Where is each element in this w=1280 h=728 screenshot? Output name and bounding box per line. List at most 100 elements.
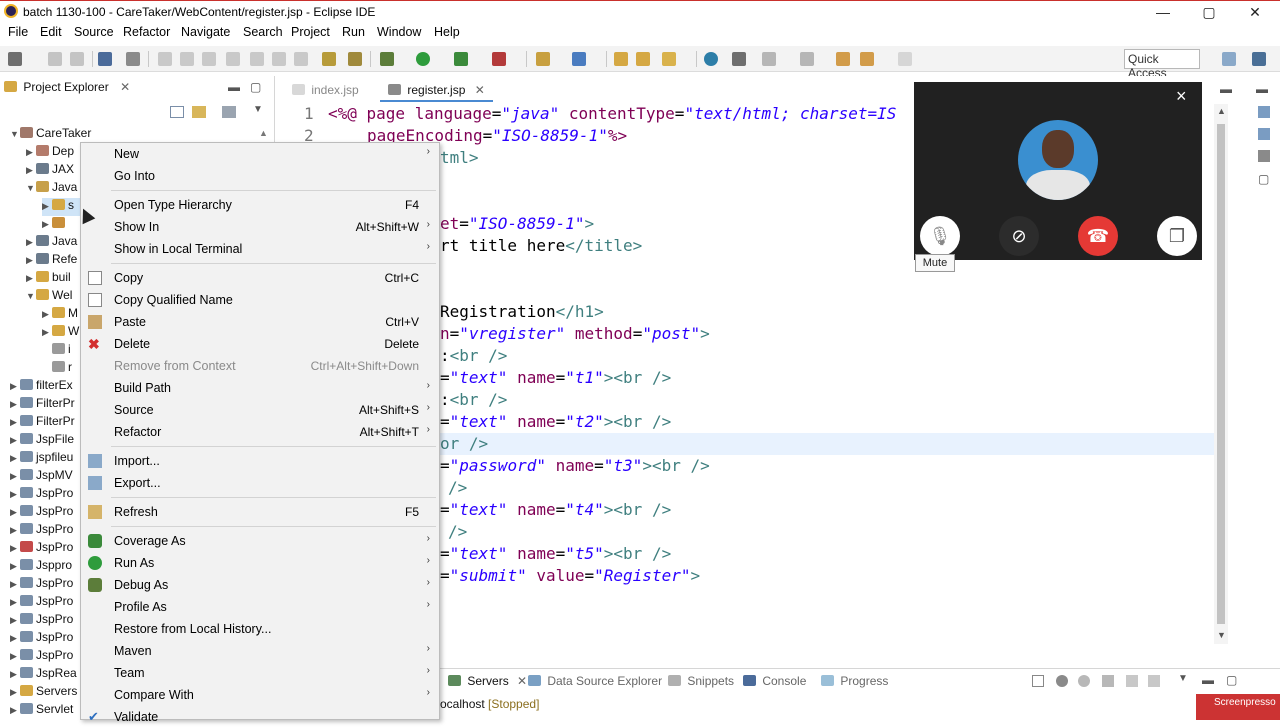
menu-item-import[interactable]: Import... bbox=[81, 450, 439, 472]
menu-item-paste[interactable]: Paste Ctrl+V bbox=[81, 311, 439, 333]
web-services-icon[interactable] bbox=[732, 52, 746, 66]
tree-row[interactable]: ▶ FilterPr bbox=[10, 414, 75, 432]
scroll-down-icon[interactable]: ▼ bbox=[1217, 630, 1226, 640]
tree-row[interactable]: ▶ JspPro bbox=[10, 648, 73, 666]
save-icon[interactable] bbox=[48, 52, 62, 66]
tree-row[interactable]: ▶ JspPro bbox=[10, 522, 73, 540]
menu-item-refresh[interactable]: Refresh F5 bbox=[81, 501, 439, 523]
menu-item-export[interactable]: Export... bbox=[81, 472, 439, 494]
menu-item-restore-from-local-history[interactable]: Restore from Local History... bbox=[81, 618, 439, 640]
tree-row[interactable]: ▶ filterEx bbox=[10, 378, 73, 396]
code-line-16[interactable]: /> bbox=[448, 522, 467, 541]
tab-data-source-explorer[interactable]: Data Source Explorer bbox=[528, 674, 662, 688]
menu-item-copy-qualified-name[interactable]: Copy Qualified Name bbox=[81, 289, 439, 311]
menu-item-delete[interactable]: ✖ Delete Delete bbox=[81, 333, 439, 355]
disconnect-icon[interactable] bbox=[226, 52, 240, 66]
menu-item-new[interactable]: New › bbox=[81, 143, 439, 165]
menu-file[interactable]: File bbox=[8, 25, 28, 39]
menu-refactor[interactable]: Refactor bbox=[123, 25, 170, 39]
menu-item-build-path[interactable]: Build Path › bbox=[81, 377, 439, 399]
step-over-icon[interactable] bbox=[272, 52, 286, 66]
tree-row[interactable]: i bbox=[52, 342, 71, 360]
start-server-icon[interactable] bbox=[1078, 675, 1090, 687]
code-line-4[interactable]: et="ISO-8859-1"> bbox=[440, 214, 594, 233]
code-line-7[interactable]: n="vregister" method="post"> bbox=[440, 324, 710, 343]
code-line-17[interactable]: ="text" name="t5"><br /> bbox=[440, 544, 671, 563]
minimize-view-icon[interactable]: ▬ bbox=[228, 80, 240, 94]
menu-item-profile-as[interactable]: Profile As › bbox=[81, 596, 439, 618]
video-toggle-button[interactable]: ⊘ bbox=[999, 216, 1039, 256]
menu-run[interactable]: Run bbox=[342, 25, 365, 39]
maximize-button[interactable]: ▢ bbox=[1194, 3, 1224, 21]
tree-row[interactable]: ▶ Dep bbox=[26, 144, 74, 162]
stop-server-icon[interactable] bbox=[1126, 675, 1138, 687]
restore-view-icon[interactable]: ▢ bbox=[1258, 172, 1269, 186]
code-line-8[interactable]: :<br /> bbox=[440, 346, 507, 365]
open-type-icon[interactable] bbox=[614, 52, 628, 66]
tree-row[interactable]: ▶ JAX bbox=[26, 162, 74, 180]
suspend-icon[interactable] bbox=[180, 52, 194, 66]
code-line-15[interactable]: ="text" name="t4"><br /> bbox=[440, 500, 671, 519]
editor-scrollbar[interactable]: ▲ ▼ bbox=[1214, 104, 1228, 644]
menu-item-show-in-local-terminal[interactable]: Show in Local Terminal › bbox=[81, 238, 439, 260]
back-icon[interactable] bbox=[860, 52, 874, 66]
menu-item-source[interactable]: Source Alt+Shift+S › bbox=[81, 399, 439, 421]
menu-window[interactable]: Window bbox=[377, 25, 421, 39]
menu-project[interactable]: Project bbox=[291, 25, 330, 39]
search-icon[interactable] bbox=[662, 52, 676, 66]
menu-help[interactable]: Help bbox=[434, 25, 460, 39]
code-line-11[interactable]: ="text" name="t2"><br /> bbox=[440, 412, 671, 431]
menu-item-validate[interactable]: ✔ Validate bbox=[81, 706, 439, 728]
close-view-icon[interactable]: ✕ bbox=[120, 80, 130, 94]
code-line-14[interactable]: /> bbox=[448, 478, 467, 497]
switch-window-button[interactable]: ❐ bbox=[1157, 216, 1197, 256]
menu-edit[interactable]: Edit bbox=[40, 25, 62, 39]
open-perspective-icon[interactable] bbox=[1222, 52, 1236, 66]
tree-row[interactable]: ▶ JspMV bbox=[10, 468, 73, 486]
mute-button[interactable]: 🎙 bbox=[920, 216, 960, 256]
tree-row[interactable]: ▶ JspPro bbox=[10, 594, 73, 612]
debug-icon[interactable] bbox=[380, 52, 394, 66]
code-line-18[interactable]: ="submit" value="Register"> bbox=[440, 566, 700, 585]
task-list-icon[interactable] bbox=[1258, 128, 1270, 140]
step-return-icon[interactable] bbox=[294, 52, 308, 66]
java-ee-perspective-icon[interactable] bbox=[1252, 52, 1266, 66]
open-task-icon[interactable] bbox=[636, 52, 650, 66]
menu-item-compare-with[interactable]: Compare With › bbox=[81, 684, 439, 706]
tree-row[interactable]: ▶ JspRea bbox=[10, 666, 77, 684]
coverage-icon[interactable] bbox=[454, 52, 468, 66]
code-line-13[interactable]: ="password" name="t3"><br /> bbox=[440, 456, 710, 475]
code-line-10[interactable]: :<br /> bbox=[440, 390, 507, 409]
resume-icon[interactable] bbox=[158, 52, 172, 66]
menu-item-go-into[interactable]: Go Into bbox=[81, 165, 439, 187]
terminal-icon[interactable] bbox=[98, 52, 112, 66]
tree-row[interactable]: ▶ JspPro bbox=[10, 504, 73, 522]
close-call-window-icon[interactable]: × bbox=[1176, 86, 1187, 107]
minimize-view-icon[interactable]: ▬ bbox=[1256, 82, 1268, 96]
run-icon[interactable] bbox=[416, 52, 430, 66]
link-editor-icon[interactable] bbox=[192, 106, 206, 118]
forward-icon[interactable] bbox=[898, 52, 912, 66]
hang-up-button[interactable]: ☎ bbox=[1078, 216, 1118, 256]
menu-source[interactable]: Source bbox=[74, 25, 114, 39]
menu-item-maven[interactable]: Maven › bbox=[81, 640, 439, 662]
menu-item-debug-as[interactable]: Debug As › bbox=[81, 574, 439, 596]
tab-register-jsp[interactable]: register.jsp ✕ bbox=[380, 80, 493, 102]
drop-to-frame-icon[interactable] bbox=[322, 52, 336, 66]
terminate-icon[interactable] bbox=[202, 52, 216, 66]
next-annotation-icon[interactable] bbox=[762, 52, 776, 66]
tab-servers[interactable]: Servers ✕ bbox=[448, 674, 527, 688]
minimize-button[interactable]: — bbox=[1148, 3, 1178, 21]
menu-item-show-in[interactable]: Show In Alt+Shift+W › bbox=[81, 216, 439, 238]
tree-row[interactable]: ▶ FilterPr bbox=[10, 396, 75, 414]
menu-search[interactable]: Search bbox=[243, 25, 283, 39]
menu-item-coverage-as[interactable]: Coverage As › bbox=[81, 530, 439, 552]
new-server-icon[interactable] bbox=[536, 52, 550, 66]
menu-navigate[interactable]: Navigate bbox=[181, 25, 230, 39]
scroll-up-icon[interactable]: ▲ bbox=[259, 128, 268, 138]
menu-item-copy[interactable]: Copy Ctrl+C bbox=[81, 267, 439, 289]
tree-row[interactable]: r bbox=[52, 360, 72, 378]
tab-console[interactable]: Console bbox=[743, 674, 806, 688]
tree-row[interactable]: ▶ JspPro bbox=[10, 540, 73, 558]
quick-access-field[interactable]: Quick Access bbox=[1124, 49, 1200, 80]
